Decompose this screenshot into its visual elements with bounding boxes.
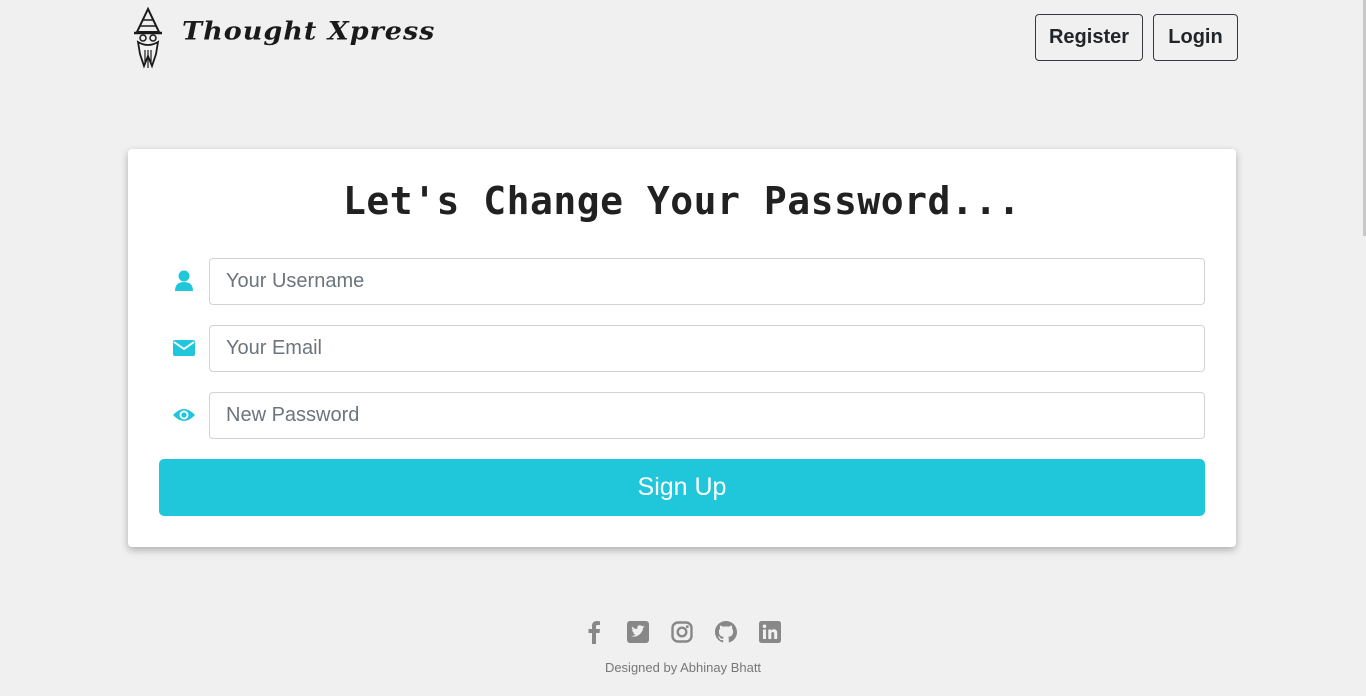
email-row bbox=[158, 325, 1205, 372]
twitter-icon[interactable] bbox=[626, 620, 650, 644]
page-title: Let's Change Your Password... bbox=[343, 179, 1021, 223]
username-row bbox=[158, 258, 1205, 305]
email-input[interactable] bbox=[209, 325, 1205, 372]
facebook-icon[interactable] bbox=[582, 620, 606, 644]
username-input[interactable] bbox=[209, 258, 1205, 305]
sign-up-button[interactable]: Sign Up bbox=[159, 459, 1205, 516]
password-row bbox=[158, 392, 1205, 439]
envelope-icon bbox=[172, 336, 196, 360]
brand-name: Thought Xpress bbox=[182, 17, 436, 46]
register-button[interactable]: Register bbox=[1035, 14, 1143, 61]
footer-credit: Designed by Abhinay Bhatt bbox=[604, 660, 762, 675]
login-button[interactable]: Login bbox=[1153, 14, 1238, 61]
new-password-input[interactable] bbox=[209, 392, 1205, 439]
social-links bbox=[582, 620, 782, 644]
linkedin-icon[interactable] bbox=[758, 620, 782, 644]
wizard-logo-icon bbox=[128, 6, 168, 70]
nav-buttons: Register Login bbox=[1035, 14, 1238, 61]
scrollbar-track[interactable] bbox=[1362, 0, 1366, 696]
change-password-card: Let's Change Your Password... Your Usern… bbox=[128, 149, 1236, 547]
eye-icon[interactable] bbox=[172, 403, 196, 427]
brand-link[interactable]: Thought Xpress bbox=[128, 6, 435, 70]
navbar: Thought Xpress Register Login bbox=[128, 0, 1238, 76]
page: Thought Xpress Register Login Let's Chan… bbox=[0, 0, 1366, 696]
github-icon[interactable] bbox=[714, 620, 738, 644]
instagram-icon[interactable] bbox=[670, 620, 694, 644]
user-icon bbox=[172, 269, 196, 293]
